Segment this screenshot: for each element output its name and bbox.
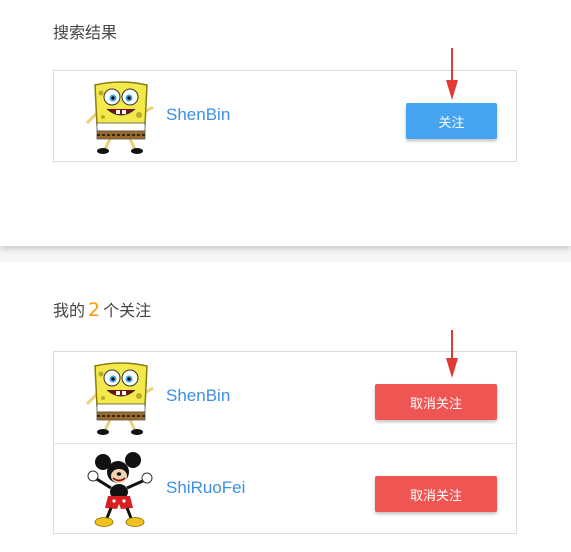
following-title: 我的 2 个关注 [53, 297, 151, 321]
follow-button[interactable]: 关注 [406, 103, 497, 139]
unfollow-button[interactable]: 取消关注 [375, 384, 497, 420]
following-username[interactable]: ShenBin [166, 386, 230, 406]
list-item: ShiRuoFei 取消关注 [54, 443, 516, 535]
following-list: ShenBin 取消关注 ShiRuoFei 取消关注 [53, 351, 517, 534]
search-results-title: 搜索结果 [53, 23, 118, 42]
unfollow-button[interactable]: 取消关注 [375, 476, 497, 512]
spongebob-avatar-icon [85, 81, 154, 154]
mickey-avatar-icon [87, 452, 153, 527]
spongebob-avatar-icon [85, 362, 154, 435]
following-title-suffix: 个关注 [103, 301, 152, 320]
down-arrow-annotation-icon [446, 48, 458, 100]
down-arrow-annotation-icon [446, 330, 458, 378]
following-username[interactable]: ShiRuoFei [166, 478, 245, 498]
search-result-username[interactable]: ShenBin [166, 105, 230, 125]
following-count: 2 [88, 299, 101, 321]
search-results-panel: 搜索结果 ShenBin 关注 [0, 0, 571, 246]
following-title-prefix: 我的 [53, 301, 86, 320]
